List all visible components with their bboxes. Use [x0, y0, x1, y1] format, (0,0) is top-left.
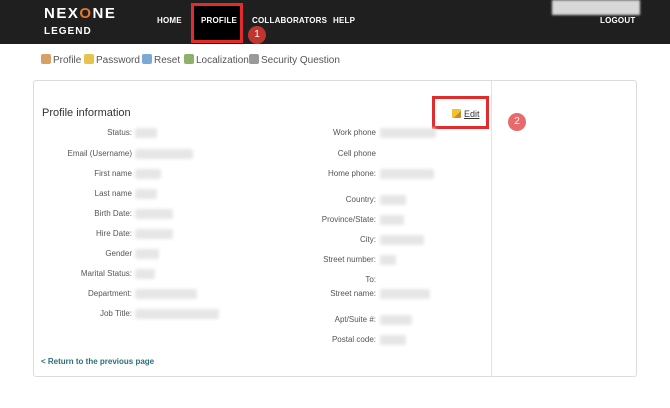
field-value-blurred: [380, 289, 430, 299]
field-label: First name: [94, 169, 132, 178]
field-label: Street number:: [323, 255, 376, 264]
subtab-localization[interactable]: Localization: [184, 54, 249, 66]
field-label: Department:: [87, 289, 132, 298]
brand-name: NEXONE: [44, 5, 117, 22]
field-label: To:: [365, 275, 376, 284]
top-nav-bar: NEXONE LEGEND HOME PROFILE COLLABORATORS…: [0, 0, 670, 44]
field-value-blurred: [135, 249, 159, 259]
field-value-blurred: [380, 315, 412, 325]
field-value-blurred: [135, 229, 173, 239]
field-label: Work phone: [333, 128, 376, 137]
field-label: Apt/Suite #:: [334, 315, 376, 324]
field-value-blurred: [380, 128, 436, 138]
callout-badge-1: 1: [248, 26, 266, 44]
nav-help[interactable]: HELP: [333, 16, 355, 25]
field-label: Province/State:: [321, 215, 376, 224]
field-label: Home phone:: [327, 169, 376, 178]
subtab-reset[interactable]: Reset: [142, 54, 180, 66]
user-name-blurred: [552, 0, 640, 15]
field-value-blurred: [380, 215, 404, 225]
nav-collaborators[interactable]: COLLABORATORS: [252, 16, 327, 25]
field-value-blurred: [135, 209, 173, 219]
edit-button[interactable]: Edit: [452, 109, 480, 119]
field-label: Postal code:: [331, 335, 376, 344]
field-value-blurred: [135, 289, 197, 299]
field-label: Hire Date:: [95, 229, 132, 238]
field-label: Last name: [94, 189, 132, 198]
field-value-blurred: [380, 235, 424, 245]
field-label: Status:: [107, 128, 132, 137]
subtab-password[interactable]: Password: [84, 54, 140, 66]
return-link[interactable]: < Return to the previous page: [41, 357, 154, 366]
field-label: Birth Date:: [94, 209, 132, 218]
field-value-blurred: [135, 169, 161, 179]
field-label: Street name:: [330, 289, 376, 298]
field-value-blurred: [380, 335, 406, 345]
field-label: Cell phone: [337, 149, 376, 158]
logout-link[interactable]: LOGOUT: [600, 16, 635, 25]
user-icon: [41, 54, 51, 64]
field-value-blurred: [135, 189, 157, 199]
field-label: Marital Status:: [80, 269, 132, 278]
key-icon: [84, 54, 94, 64]
field-label: Email (Username): [67, 149, 132, 158]
panel-title: Profile information: [42, 107, 131, 119]
field-label: Country:: [345, 195, 376, 204]
panel-divider: [491, 80, 492, 377]
subtab-profile[interactable]: Profile: [41, 54, 81, 66]
field-value-blurred: [380, 169, 434, 179]
field-value-blurred: [135, 149, 193, 159]
field-value-blurred: [135, 309, 219, 319]
subtab-security-question[interactable]: Security Question: [249, 54, 340, 66]
brand-logo[interactable]: NEXONE LEGEND: [44, 6, 116, 39]
nav-home[interactable]: HOME: [157, 16, 182, 25]
reset-icon: [142, 54, 152, 64]
field-value-blurred: [380, 255, 396, 265]
field-label: Job Title:: [99, 309, 132, 318]
brand-subtitle: LEGEND: [44, 26, 92, 37]
field-value-blurred: [135, 269, 155, 279]
nav-profile[interactable]: PROFILE: [201, 16, 237, 25]
field-value-blurred: [135, 128, 157, 138]
field-value-blurred: [380, 195, 406, 205]
field-label: Gender: [105, 249, 132, 258]
question-icon: [249, 54, 259, 64]
localization-icon: [184, 54, 194, 64]
pencil-icon: [452, 109, 461, 118]
field-label: City:: [360, 235, 376, 244]
callout-badge-2: 2: [508, 113, 526, 131]
